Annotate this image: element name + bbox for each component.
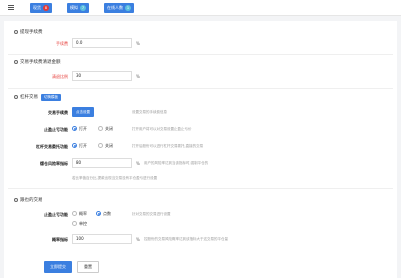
trade-fee-settings-button[interactable]: 点击设置 xyxy=(72,107,94,117)
follow-stoploss-hint: 针对交易的交易进行设置 xyxy=(132,212,171,216)
leverage-entrust-label: 杠杆交易委托功能 xyxy=(36,144,68,149)
simulate-button-label: 模拟 xyxy=(70,5,78,10)
blowup-risk-unit: % xyxy=(136,161,140,166)
fee-input[interactable]: 0.0 xyxy=(72,38,132,48)
leverage-entrust-hint: 打开后股份可以进行杠杆交易委托,直接的交易 xyxy=(132,144,204,148)
spot-badge: 8 xyxy=(43,5,49,11)
leverage-off-radio[interactable]: 关闭 xyxy=(98,143,113,149)
divider xyxy=(8,54,393,55)
refund-ratio-input[interactable]: 30 xyxy=(72,71,132,81)
menu-icon[interactable] xyxy=(8,5,14,10)
follow-trade-section-title: 跟也的交易 xyxy=(14,197,43,203)
submit-button[interactable]: 立即提交 xyxy=(44,261,72,273)
trade-fee-hint: 设置交易的手续费信息 xyxy=(132,110,167,114)
probability-label: 概率 xyxy=(79,211,87,216)
section-icon xyxy=(14,94,18,99)
stoploss-label: 止盈止亏功能 xyxy=(44,127,68,132)
leverage-note: 若比率值百分比,提款出现当交易没有平仓盈亏进行设置 xyxy=(72,176,158,180)
blowup-risk-input[interactable]: 80 xyxy=(72,158,132,168)
online-users-badge: 1 xyxy=(125,5,131,11)
withdraw-fee-title-text: 提现手续费 xyxy=(20,30,43,35)
probability-indicator-label: 概率指标 xyxy=(52,237,68,242)
simulate-button[interactable]: 模拟 7 xyxy=(67,3,89,13)
section-icon xyxy=(14,59,18,64)
points-radio[interactable]: 点数 xyxy=(96,211,111,217)
spot-button-label: 现货 xyxy=(33,5,41,10)
radio-dot xyxy=(72,126,77,131)
reset-button[interactable]: 重置 xyxy=(77,261,99,273)
radio-dot xyxy=(72,143,77,148)
radio-dot xyxy=(96,211,101,216)
simulate-badge: 7 xyxy=(80,5,86,11)
stoploss-off-radio[interactable]: 关闭 xyxy=(98,126,113,132)
settings-panel: 提现手续费 手续费 0.0 % 交易手续费清退金额 清退比例 30 % 杠杆交易… xyxy=(4,21,397,278)
stoploss-off-label: 关闭 xyxy=(105,126,113,131)
section-icon xyxy=(14,197,18,202)
blowup-risk-label: 爆仓风险率指标 xyxy=(40,161,68,166)
trade-fee-label: 交易手续费 xyxy=(48,110,68,115)
fee-unit: % xyxy=(136,41,140,46)
divider xyxy=(8,188,393,189)
fee-label: 手续费 xyxy=(56,41,68,46)
probability-indicator-hint: 控股份的交易风险概率达到该指标大于这交易的平仓量 xyxy=(144,237,228,241)
probability-indicator-input[interactable]: 100 xyxy=(72,234,132,244)
refund-ratio-label: 清退比例 xyxy=(52,74,68,79)
divider xyxy=(8,88,393,89)
withdraw-fee-section-title: 提现手续费 xyxy=(14,29,43,35)
stoploss-hint: 打开用户将可以对交易设置止盈止亏价 xyxy=(132,127,192,131)
radio-dot xyxy=(72,221,77,226)
follow-trade-title-text: 跟也的交易 xyxy=(20,198,43,203)
probability-radio[interactable]: 概率 xyxy=(72,211,87,217)
radio-dot xyxy=(98,126,103,131)
probability-indicator-unit: % xyxy=(136,237,140,242)
refund-ratio-unit: % xyxy=(136,74,140,79)
spot-button[interactable]: 现货 8 xyxy=(30,3,52,13)
single-control-radio[interactable]: 单控 xyxy=(72,221,87,227)
single-control-label: 单控 xyxy=(79,221,87,226)
leverage-title-text: 杠杆交易 xyxy=(20,95,38,100)
section-icon xyxy=(14,29,18,34)
switch-template-button[interactable]: 切换模板 xyxy=(41,94,61,101)
follow-stoploss-label: 止盈止亏功能 xyxy=(44,212,68,217)
online-users-button[interactable]: 在线人数 1 xyxy=(104,3,134,13)
leverage-on-radio[interactable]: 打开 xyxy=(72,143,87,149)
blowup-risk-hint: 用户的风险率达到当该指标时,强制平仓的 xyxy=(144,161,209,165)
radio-dot xyxy=(98,143,103,148)
leverage-section-title: 杠杆交易 切换模板 xyxy=(14,94,61,101)
top-bar: 现货 8 模拟 7 在线人数 1 xyxy=(0,0,401,16)
trade-fee-refund-title-text: 交易手续费清退金额 xyxy=(20,60,61,65)
stoploss-on-radio[interactable]: 打开 xyxy=(72,126,87,132)
leverage-on-label: 打开 xyxy=(79,143,87,148)
online-users-label: 在线人数 xyxy=(107,5,123,10)
radio-dot xyxy=(72,211,77,216)
trade-fee-refund-section-title: 交易手续费清退金额 xyxy=(14,59,61,65)
leverage-off-label: 关闭 xyxy=(105,143,113,148)
points-label: 点数 xyxy=(103,211,111,216)
stoploss-on-label: 打开 xyxy=(79,126,87,131)
